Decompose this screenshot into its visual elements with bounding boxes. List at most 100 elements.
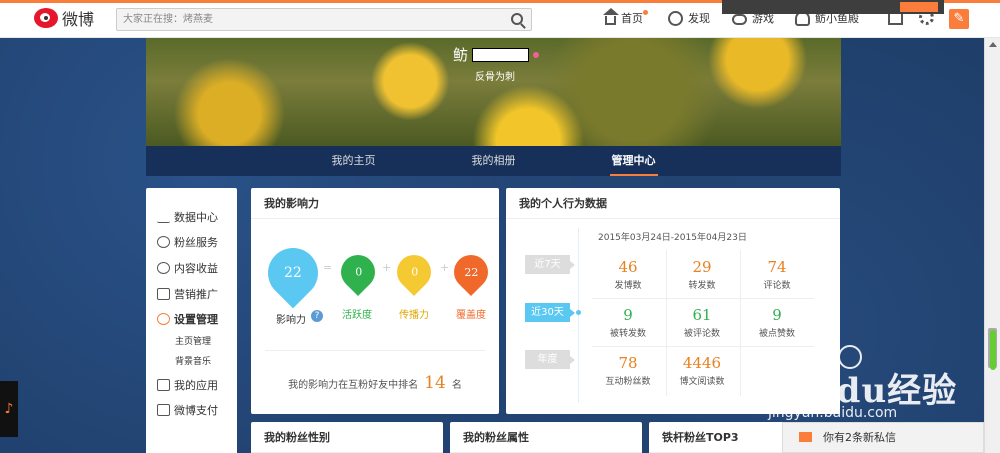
- period-7days[interactable]: 近7天: [525, 255, 575, 274]
- stat-commented: 61 被评论数: [665, 306, 739, 339]
- search-box: [116, 8, 532, 31]
- divider: [265, 350, 485, 351]
- compass-icon: [668, 10, 683, 26]
- fans-gender-card: 我的粉丝性别: [251, 422, 443, 453]
- period-30days[interactable]: 近30天: [525, 303, 575, 322]
- sidebar-item-label: 内容收益: [174, 261, 218, 275]
- rank-value: 14: [424, 373, 446, 393]
- bag-icon: [157, 287, 170, 300]
- help-icon[interactable]: ?: [311, 310, 323, 322]
- scroll-up-arrow[interactable]: [989, 42, 997, 47]
- period-arrow: [570, 309, 575, 317]
- sidebar-item-fans[interactable]: 粉丝服务: [146, 230, 237, 256]
- nav-home-label: 首页: [621, 12, 643, 25]
- nav-discover-label: 发现: [688, 12, 710, 25]
- dropdown-accent: [900, 2, 938, 12]
- stat-reposted: 9 被转发数: [591, 306, 665, 339]
- plus-sign-1: +: [382, 261, 392, 274]
- side-indicator: [990, 330, 996, 370]
- stat-value: 46: [618, 258, 638, 276]
- wallet-icon: [157, 404, 170, 417]
- user-money-icon: [157, 261, 170, 274]
- profile-name[interactable]: 鲂: [453, 44, 540, 65]
- profile-cover: 鲂 反骨为刺: [146, 38, 841, 146]
- equals-sign: =: [323, 261, 333, 274]
- tab-management[interactable]: 管理中心: [564, 146, 704, 176]
- stat-label: 被评论数: [683, 329, 720, 339]
- stat-row-divider: [592, 298, 814, 299]
- influence-total-label: 影响力: [276, 315, 306, 326]
- home-icon: [603, 8, 619, 25]
- music-note-icon: ♪: [4, 401, 14, 417]
- watermark-url: jingyan.baidu.com: [768, 405, 898, 421]
- stat-label: 被转发数: [609, 329, 646, 339]
- tab-home[interactable]: 我的主页: [284, 146, 424, 176]
- sidebar-sub-homepage-manage[interactable]: 主页管理: [146, 332, 237, 352]
- period-label: 年度: [537, 354, 558, 365]
- influence-card: 我的影响力 22 影响力 ? = 0 活跃度 + 0 传播力 + 22 覆盖度 …: [251, 188, 499, 414]
- new-message-bar[interactable]: 你有2条新私信: [782, 422, 984, 453]
- sidebar-item-settings[interactable]: 设置管理: [146, 306, 237, 332]
- profile-intro: 反骨为刺: [475, 72, 515, 83]
- stat-label: 转发数: [688, 281, 716, 291]
- card-title: 我的粉丝性别: [251, 422, 443, 453]
- edit-icon: ✎: [953, 11, 965, 26]
- vertical-scrollbar[interactable]: [984, 38, 1000, 453]
- gamepad-icon: [732, 13, 747, 25]
- weibo-logo[interactable]: 微博: [34, 6, 94, 30]
- sidebar: 数据中心 粉丝服务 内容收益 营销推广 设置管理 主页管理 背景音乐 我的应用 …: [146, 188, 237, 453]
- period-label: 近7天: [534, 259, 561, 270]
- plus-sign-2: +: [440, 261, 450, 274]
- stat-label: 发博数: [614, 281, 642, 291]
- nav-home[interactable]: 首页: [603, 8, 648, 26]
- coverage-value: 22: [464, 265, 478, 279]
- chart-line-icon: [157, 211, 170, 223]
- search-input[interactable]: [117, 9, 497, 30]
- compose-button[interactable]: ✎: [949, 9, 969, 29]
- coverage-bubble: 22: [446, 247, 496, 297]
- fans-attribute-card: 我的粉丝属性: [450, 422, 642, 453]
- search-icon[interactable]: [511, 13, 523, 25]
- sidebar-item-pay[interactable]: 微博支付: [146, 398, 237, 424]
- stat-label: 被点赞数: [758, 329, 795, 339]
- stat-value: 9: [623, 306, 633, 324]
- stat-label: 评论数: [763, 281, 791, 291]
- grid-icon: [157, 378, 170, 391]
- stat-reads: 4446 博文阅读数: [665, 354, 739, 387]
- stat-value: 61: [692, 306, 712, 324]
- fans-icon: [157, 236, 170, 249]
- activity-label: 活跃度: [342, 310, 372, 321]
- sidebar-item-data-center[interactable]: 数据中心: [146, 204, 237, 230]
- nav-discover[interactable]: 发现: [668, 10, 710, 26]
- baidu-watermark: Baidu经验 jingyan.baidu.com: [768, 345, 996, 423]
- date-range: 2015年03月24日-2015年04月23日: [598, 233, 747, 243]
- behavior-title: 我的个人行为数据: [506, 188, 840, 219]
- sidebar-item-marketing[interactable]: 营销推广: [146, 281, 237, 307]
- influence-title: 我的影响力: [251, 188, 499, 219]
- stat-value: 9: [772, 306, 782, 324]
- period-year[interactable]: 年度: [525, 350, 575, 369]
- stat-value: 78: [618, 354, 638, 372]
- stat-value: 29: [692, 258, 712, 276]
- gender-icon: [533, 51, 540, 58]
- stat-value: 74: [767, 258, 787, 276]
- tab-album[interactable]: 我的相册: [424, 146, 564, 176]
- sidebar-item-label: 微博支付: [174, 404, 218, 418]
- envelope-icon: [799, 432, 812, 442]
- stat-label: 互动粉丝数: [605, 377, 651, 387]
- rank-prefix: 我的影响力在互粉好友中排名: [288, 380, 419, 391]
- sidebar-item-apps[interactable]: 我的应用: [146, 372, 237, 398]
- sidebar-item-label: 粉丝服务: [174, 236, 218, 250]
- music-player-button[interactable]: ♪: [0, 381, 18, 437]
- logo-text: 微博: [62, 10, 95, 29]
- redacted-name: [472, 47, 530, 62]
- sidebar-sub-bg-music[interactable]: 背景音乐: [146, 352, 237, 372]
- stat-liked: 9 被点赞数: [740, 306, 814, 339]
- sidebar-item-revenue[interactable]: 内容收益: [146, 255, 237, 281]
- stat-posts: 46 发博数: [591, 258, 665, 291]
- card-title: 我的粉丝属性: [450, 422, 642, 453]
- stat-comments: 74 评论数: [740, 258, 814, 291]
- weibo-eye-icon: [34, 8, 58, 28]
- rank-suffix: 名: [451, 380, 462, 391]
- stat-interactive-fans: 78 互动粉丝数: [591, 354, 665, 387]
